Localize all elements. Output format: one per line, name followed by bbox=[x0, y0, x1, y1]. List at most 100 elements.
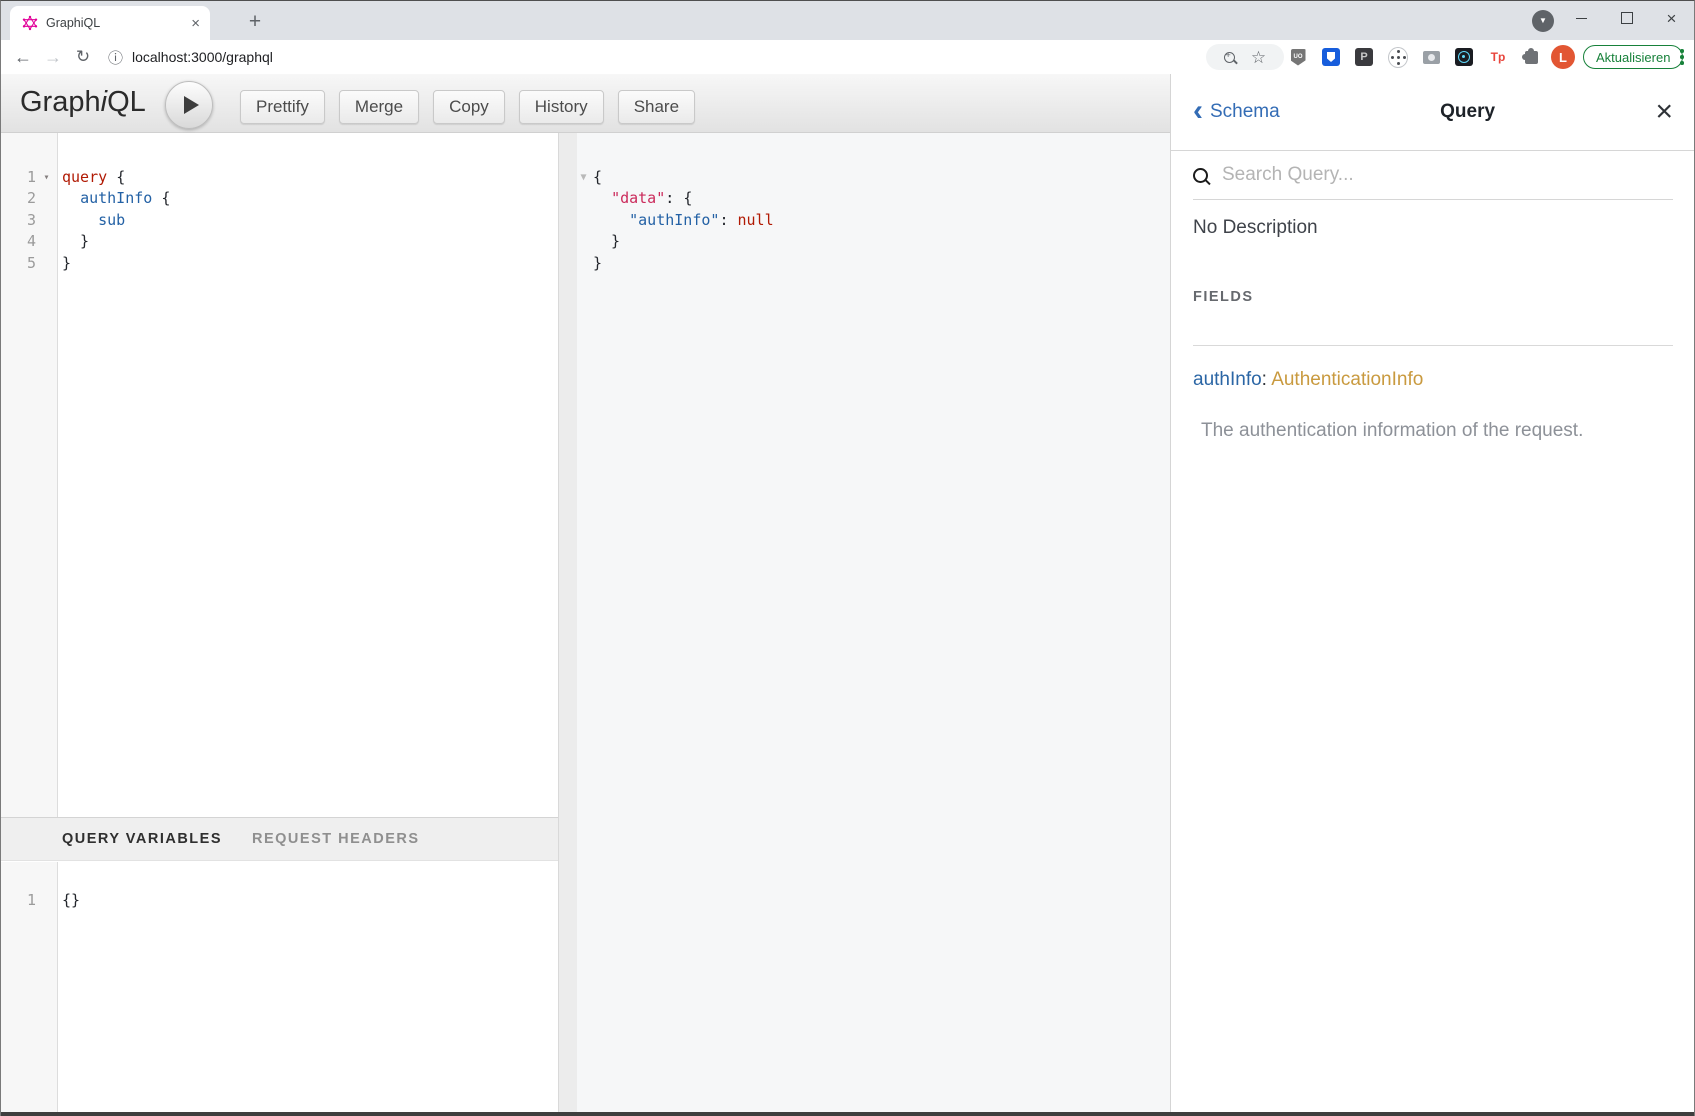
doc-search-input[interactable] bbox=[1220, 163, 1673, 187]
doc-close-button[interactable]: × bbox=[1655, 97, 1673, 127]
code-text: "data": { bbox=[590, 188, 692, 209]
code-text: } bbox=[57, 231, 89, 252]
react-atom-icon bbox=[1455, 48, 1473, 66]
site-info-icon[interactable]: ⓘ bbox=[108, 40, 123, 74]
p-extension-icon[interactable]: P bbox=[1354, 47, 1374, 67]
toolbar-button-share[interactable]: Share bbox=[618, 90, 695, 124]
query-editor[interactable]: 1▾query {2 authInfo {3 sub4 }5} bbox=[0, 133, 558, 817]
puzzle-icon bbox=[1525, 51, 1538, 64]
code-line: 4 } bbox=[0, 231, 558, 252]
browser-tab[interactable]: GraphiQL × bbox=[10, 6, 210, 40]
window-bottom-edge bbox=[0, 1112, 1695, 1116]
code-line: } bbox=[577, 231, 1170, 252]
fold-toggle-icon[interactable]: ▼ bbox=[577, 167, 590, 188]
type-description: No Description bbox=[1193, 217, 1673, 239]
play-icon bbox=[184, 96, 199, 114]
window-maximize-button[interactable] bbox=[1604, 0, 1649, 36]
code-line: } bbox=[577, 253, 1170, 274]
line-number: 1 bbox=[0, 167, 36, 188]
fold-gutter bbox=[577, 253, 590, 274]
extensions-menu-button[interactable] bbox=[1521, 47, 1541, 67]
aktualisieren-button[interactable]: Aktualisieren bbox=[1583, 45, 1683, 69]
browser-menu-button[interactable] bbox=[1678, 48, 1686, 66]
line-number: 5 bbox=[0, 253, 36, 274]
section-divider bbox=[1193, 345, 1673, 346]
query-variables-editor[interactable]: 1{} bbox=[0, 862, 558, 1112]
tp-letters-icon: Tp bbox=[1491, 50, 1506, 64]
fold-gutter bbox=[36, 210, 57, 231]
doc-field-colon: : bbox=[1262, 369, 1272, 390]
screenshot-extension-icon[interactable] bbox=[1421, 47, 1441, 67]
doc-back-link[interactable]: ‹ Schema bbox=[1193, 101, 1280, 123]
fold-gutter bbox=[36, 253, 57, 274]
toolbar-button-copy[interactable]: Copy bbox=[433, 90, 505, 124]
toolbar-button-history[interactable]: History bbox=[519, 90, 604, 124]
address-bar[interactable]: localhost:3000/graphql bbox=[132, 40, 273, 74]
code-line: 1{} bbox=[0, 890, 558, 911]
browser-window: GraphiQL × + ▼ × ← → ↻ ⓘ localhost:3000/… bbox=[0, 0, 1695, 1116]
dots-extension-icon[interactable] bbox=[1388, 47, 1408, 67]
forward-button: → bbox=[38, 40, 68, 74]
doc-field-type-link[interactable]: AuthenticationInfo bbox=[1271, 369, 1423, 390]
code-line: 2 authInfo { bbox=[0, 188, 558, 209]
new-tab-button[interactable]: + bbox=[241, 8, 269, 36]
window-close-button[interactable]: × bbox=[1649, 0, 1694, 36]
doc-field-description: The authentication information of the re… bbox=[1193, 420, 1673, 442]
variables-tab-query-variables[interactable]: QUERY VARIABLES bbox=[62, 831, 222, 847]
doc-field-signature: authInfo: AuthenticationInfo bbox=[1193, 369, 1673, 391]
window-minimize-button[interactable] bbox=[1559, 0, 1604, 36]
code-line: 1▾query { bbox=[0, 167, 558, 188]
code-line: ▼{ bbox=[577, 167, 1170, 188]
blue-shield-icon bbox=[1322, 48, 1340, 66]
back-button[interactable]: ← bbox=[8, 40, 38, 74]
tp-extension-icon[interactable]: Tp bbox=[1488, 47, 1508, 67]
code-text: "authInfo": null bbox=[590, 210, 774, 231]
tab-strip: GraphiQL × + ▼ × bbox=[0, 0, 1695, 40]
profile-avatar[interactable]: L bbox=[1551, 45, 1575, 69]
doc-search-box bbox=[1193, 151, 1673, 200]
react-devtools-extension-icon[interactable] bbox=[1454, 47, 1474, 67]
variables-title-bar: QUERY VARIABLES REQUEST HEADERS bbox=[0, 817, 558, 861]
code-text: } bbox=[590, 253, 602, 274]
camera-icon bbox=[1423, 51, 1440, 64]
bookmark-star-icon[interactable]: ☆ bbox=[1251, 49, 1266, 66]
pane-resize-handle[interactable] bbox=[558, 133, 577, 1112]
shield-icon: UO bbox=[1291, 49, 1306, 66]
doc-field-name-link[interactable]: authInfo bbox=[1193, 369, 1262, 390]
doc-explorer-header: ‹ Schema Query × bbox=[1171, 74, 1695, 151]
fold-gutter bbox=[577, 231, 590, 252]
doc-fields-list: authInfo: AuthenticationInfo The authenti… bbox=[1171, 369, 1695, 442]
fold-gutter bbox=[36, 890, 57, 911]
variables-tab-request-headers[interactable]: REQUEST HEADERS bbox=[252, 831, 420, 847]
line-number: 3 bbox=[0, 210, 36, 231]
fold-toggle-icon[interactable]: ▾ bbox=[36, 167, 57, 188]
toolbar-button-prettify[interactable]: Prettify bbox=[240, 90, 325, 124]
doc-field: authInfo: AuthenticationInfo The authenti… bbox=[1193, 369, 1673, 442]
search-icon bbox=[1193, 168, 1208, 183]
execute-query-button[interactable] bbox=[165, 81, 213, 129]
line-number: 4 bbox=[0, 231, 36, 252]
chrome-update-icon[interactable]: ▼ bbox=[1532, 10, 1554, 32]
fold-gutter bbox=[577, 210, 590, 231]
page-zoom-icon[interactable] bbox=[1224, 52, 1235, 63]
doc-explorer-panel: ‹ Schema Query × No Description FIELDS a… bbox=[1170, 74, 1695, 1112]
dots-circle-icon bbox=[1388, 47, 1408, 68]
code-text: { bbox=[590, 167, 602, 188]
down-arrow-icon: ▼ bbox=[1539, 17, 1547, 25]
tab-title: GraphiQL bbox=[46, 16, 191, 30]
code-text: query { bbox=[57, 167, 125, 188]
result-viewer: ▼{ "data": { "authInfo": null }} bbox=[577, 133, 1170, 1112]
bitwarden-extension-icon[interactable] bbox=[1321, 47, 1341, 67]
toolbar-button-merge[interactable]: Merge bbox=[339, 90, 419, 124]
line-number: 1 bbox=[0, 890, 36, 911]
code-line: "data": { bbox=[577, 188, 1170, 209]
fold-gutter bbox=[36, 188, 57, 209]
tab-close-icon[interactable]: × bbox=[191, 16, 200, 31]
ublock-extension-icon[interactable]: UO bbox=[1288, 47, 1308, 67]
code-line: 3 sub bbox=[0, 210, 558, 231]
reload-button[interactable]: ↻ bbox=[68, 40, 98, 74]
graphiql-logo: GraphiQL bbox=[20, 86, 146, 119]
doc-panel-title: Query bbox=[1280, 101, 1656, 123]
code-text: sub bbox=[57, 210, 125, 231]
code-line: "authInfo": null bbox=[577, 210, 1170, 231]
